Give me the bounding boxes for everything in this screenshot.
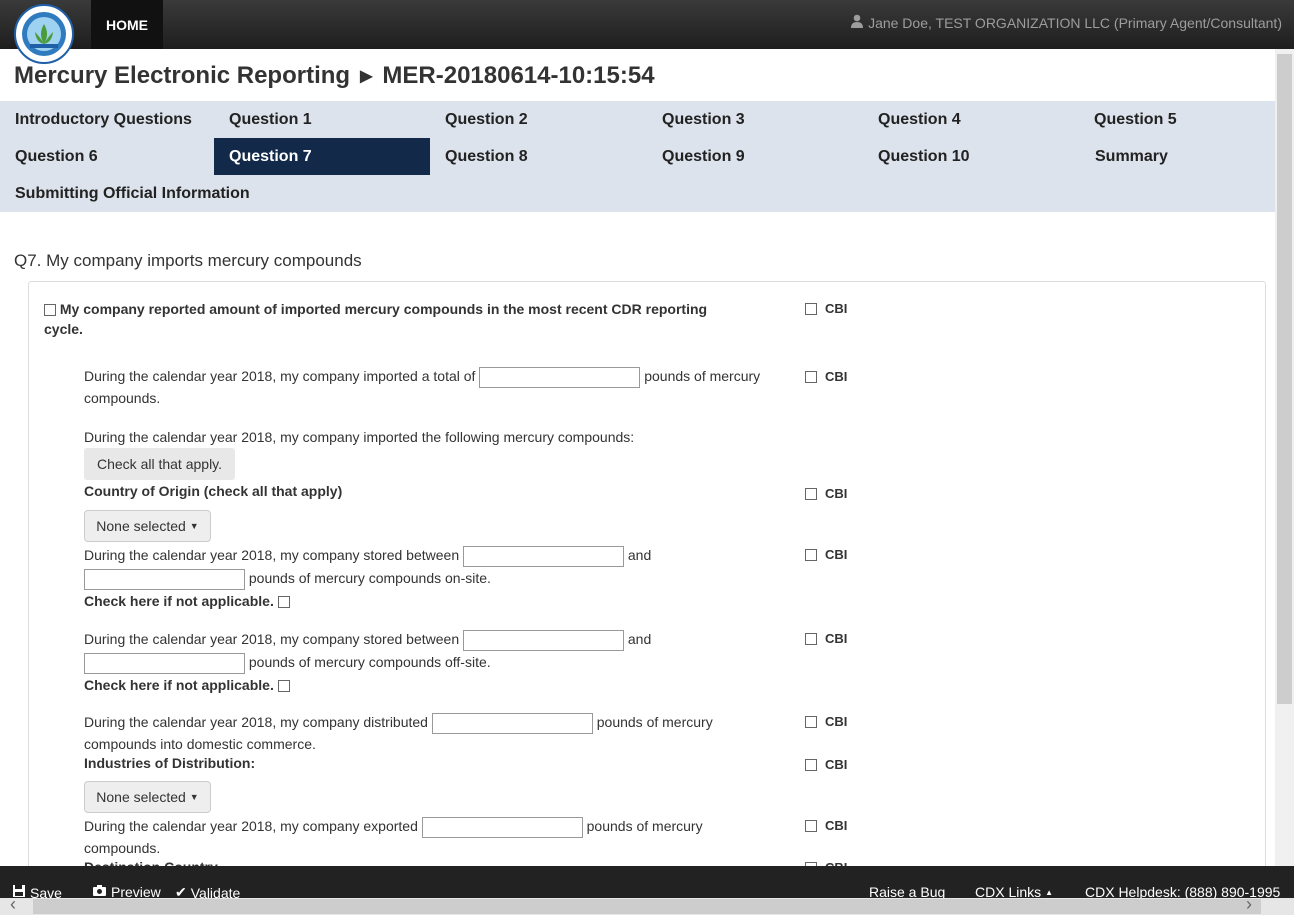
nav-question-7[interactable]: Question 7 xyxy=(214,138,430,175)
nav-question-5[interactable]: Question 5 xyxy=(1079,101,1294,138)
stored-offsite-max-input[interactable] xyxy=(84,652,245,674)
cbi-label: CBI xyxy=(825,301,848,316)
cbi-label: CBI xyxy=(825,486,848,501)
cbi-label: CBI xyxy=(825,714,848,729)
cdr-checkbox[interactable] xyxy=(44,304,56,317)
exported-row: During the calendar year 2018, my compan… xyxy=(84,816,744,858)
user-info[interactable]: Jane Doe, TEST ORGANIZATION LLC (Primary… xyxy=(850,14,1282,31)
imported-following-text: During the calendar year 2018, my compan… xyxy=(84,429,635,445)
caret-down-icon: ▼ xyxy=(189,521,199,531)
industries-label: Industries of Distribution: xyxy=(84,755,256,771)
nav-question-10[interactable]: Question 10 xyxy=(863,138,1079,175)
question-nav: Introductory Questions Question 1 Questi… xyxy=(0,101,1275,212)
cbi-checkbox[interactable] xyxy=(805,302,817,315)
stored-offsite-text: During the calendar year 2018, my compan… xyxy=(84,631,460,647)
distributed-text: During the calendar year 2018, my compan… xyxy=(84,714,428,730)
cbi-import-total[interactable]: CBI xyxy=(805,369,847,384)
home-tab[interactable]: HOME xyxy=(91,0,163,49)
nav-question-6[interactable]: Question 6 xyxy=(0,138,216,175)
exported-input[interactable] xyxy=(421,816,583,838)
cbi-stored-onsite[interactable]: CBI xyxy=(805,547,847,562)
nav-introductory-questions[interactable]: Introductory Questions xyxy=(0,101,216,138)
onsite-na-checkbox[interactable] xyxy=(277,596,290,609)
report-id: MER-20180614-10:15:54 xyxy=(382,62,655,89)
stored-onsite-row2: pounds of mercury compounds on-site. xyxy=(84,568,784,590)
stored-offsite-row2: pounds of mercury compounds off-site. xyxy=(84,652,784,674)
not-applicable-label: Check here if not applicable. xyxy=(84,593,274,609)
cbi-industries[interactable]: CBI xyxy=(805,757,847,772)
stored-onsite-row: During the calendar year 2018, my compan… xyxy=(84,545,784,567)
cbi-label: CBI xyxy=(825,818,848,833)
cbi-checkbox[interactable] xyxy=(805,370,817,383)
cbi-stored-offsite[interactable]: CBI xyxy=(805,631,847,646)
check-all-button[interactable]: Check all that apply. xyxy=(84,448,236,480)
nav-question-3[interactable]: Question 3 xyxy=(647,101,863,138)
caret-right-icon: ▶ xyxy=(360,68,373,85)
offsite-na-row: Check here if not applicable. xyxy=(84,675,290,695)
cbi-country[interactable]: CBI xyxy=(805,486,847,501)
import-total-input[interactable] xyxy=(479,366,641,388)
cbi-cdr[interactable]: CBI xyxy=(805,301,847,316)
top-navbar: HOME Jane Doe, TEST ORGANIZATION LLC (Pr… xyxy=(0,0,1294,49)
cbi-checkbox[interactable] xyxy=(805,715,817,728)
exported-text: During the calendar year 2018, my compan… xyxy=(84,818,418,834)
horizontal-scrollbar[interactable] xyxy=(0,898,1294,915)
question-header: Q7. My company imports mercury compounds xyxy=(14,251,362,270)
stored-onsite-min-input[interactable] xyxy=(463,545,624,567)
nav-question-1[interactable]: Question 1 xyxy=(214,101,430,138)
cbi-exported[interactable]: CBI xyxy=(805,818,847,833)
user-label: Jane Doe, TEST ORGANIZATION LLC (Primary… xyxy=(868,14,1282,31)
caret-down-icon: ▼ xyxy=(189,792,199,802)
offsite-na-checkbox[interactable] xyxy=(277,680,290,693)
cbi-checkbox[interactable] xyxy=(805,487,817,500)
nav-question-9[interactable]: Question 9 xyxy=(647,138,863,175)
stored-offsite-row: During the calendar year 2018, my compan… xyxy=(84,629,784,651)
cdr-row: My company reported amount of imported m… xyxy=(44,299,744,339)
epa-seal-logo[interactable] xyxy=(14,4,74,64)
cbi-checkbox[interactable] xyxy=(805,819,817,832)
stored-onsite-text: During the calendar year 2018, my compan… xyxy=(84,547,460,563)
import-total-row: During the calendar year 2018, my compan… xyxy=(84,366,774,408)
distributed-input[interactable] xyxy=(431,712,593,734)
caret-up-icon: ▲ xyxy=(1045,887,1054,897)
scroll-right-icon[interactable]: › xyxy=(1246,894,1252,915)
country-origin-label: Country of Origin (check all that apply) xyxy=(84,483,343,499)
country-origin-select[interactable]: None selected ▼ xyxy=(84,510,211,542)
industries-select[interactable]: None selected ▼ xyxy=(84,781,211,813)
app-title: Mercury Electronic Reporting xyxy=(14,62,351,89)
scroll-left-icon[interactable]: ‹ xyxy=(10,894,16,915)
nav-summary[interactable]: Summary xyxy=(1080,138,1294,175)
stored-onsite-suffix: pounds of mercury compounds on-site. xyxy=(248,570,491,586)
import-total-text: During the calendar year 2018, my compan… xyxy=(84,368,476,384)
nav-submitting-official[interactable]: Submitting Official Information xyxy=(0,175,320,212)
select-value: None selected xyxy=(96,789,186,805)
cbi-distributed[interactable]: CBI xyxy=(805,714,847,729)
page-title: Mercury Electronic Reporting ▶ MER-20180… xyxy=(14,62,655,90)
stored-offsite-suffix: pounds of mercury compounds off-site. xyxy=(248,654,491,670)
cbi-label: CBI xyxy=(825,757,848,772)
and-label: and xyxy=(627,631,652,647)
cbi-checkbox[interactable] xyxy=(805,632,817,645)
cbi-checkbox[interactable] xyxy=(805,548,817,561)
distributed-row: During the calendar year 2018, my compan… xyxy=(84,712,754,754)
user-icon xyxy=(850,14,864,31)
and-label: and xyxy=(627,547,652,563)
cdr-label: My company reported amount of imported m… xyxy=(44,301,708,337)
nav-question-4[interactable]: Question 4 xyxy=(863,101,1079,138)
cbi-label: CBI xyxy=(825,369,848,384)
cbi-label: CBI xyxy=(825,631,848,646)
cbi-checkbox[interactable] xyxy=(805,758,817,771)
stored-offsite-min-input[interactable] xyxy=(463,629,624,651)
cbi-label: CBI xyxy=(825,547,848,562)
nav-question-2[interactable]: Question 2 xyxy=(430,101,646,138)
onsite-na-row: Check here if not applicable. xyxy=(84,591,290,611)
nav-question-8[interactable]: Question 8 xyxy=(430,138,646,175)
select-value: None selected xyxy=(96,518,186,534)
not-applicable-label: Check here if not applicable. xyxy=(84,677,274,693)
stored-onsite-max-input[interactable] xyxy=(84,568,245,590)
